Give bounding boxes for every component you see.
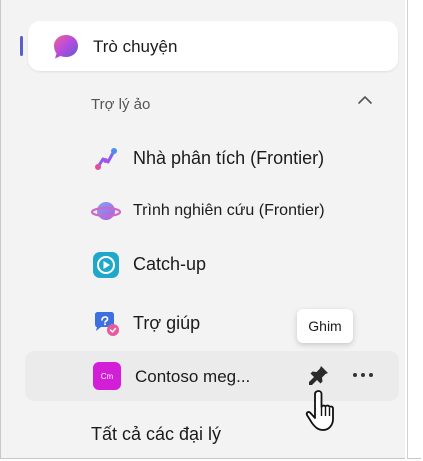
chevron-up-icon[interactable] [357, 94, 373, 106]
chat-label: Trò chuyện [93, 37, 178, 56]
catch-up-icon [93, 252, 119, 278]
hand-cursor-icon [305, 390, 334, 431]
agent-label: Trợ giúp [133, 313, 201, 333]
agent-item-researcher[interactable]: Trình nghiên cứu (Frontier) [1, 190, 406, 230]
pin-tooltip: Ghim [297, 309, 353, 343]
more-options-icon[interactable] [350, 363, 376, 387]
agent-label: Nhà phân tích (Frontier) [133, 148, 325, 168]
scrollbar[interactable] [407, 0, 421, 459]
researcher-icon [91, 202, 121, 220]
contoso-icon-text: Cm [100, 371, 114, 381]
agent-label: Trình nghiên cứu (Frontier) [133, 202, 325, 219]
agent-item-contoso[interactable]: Cm Contoso meg... [25, 351, 399, 401]
contoso-icon: Cm [93, 362, 121, 390]
analyst-icon [95, 148, 117, 170]
help-icon [95, 312, 119, 336]
agent-item-catch-up[interactable]: Catch-up [1, 244, 406, 284]
agent-label: Contoso meg... [135, 367, 251, 386]
chat-bubble-icon [54, 35, 78, 59]
all-agents-link[interactable]: Tất cả các đại lý [91, 424, 221, 445]
active-indicator [20, 36, 23, 56]
agent-label: Catch-up [133, 254, 207, 274]
agent-item-analyst[interactable]: Nhà phân tích (Frontier) [1, 138, 406, 178]
sidebar-item-chat[interactable]: Trò chuyện [28, 21, 398, 71]
agents-section-label[interactable]: Trợ lý ảo [91, 96, 150, 113]
sidebar-panel: Trò chuyện Trợ lý ảo Nhà phân tích (Fron… [0, 0, 405, 459]
pin-icon[interactable] [307, 363, 331, 387]
